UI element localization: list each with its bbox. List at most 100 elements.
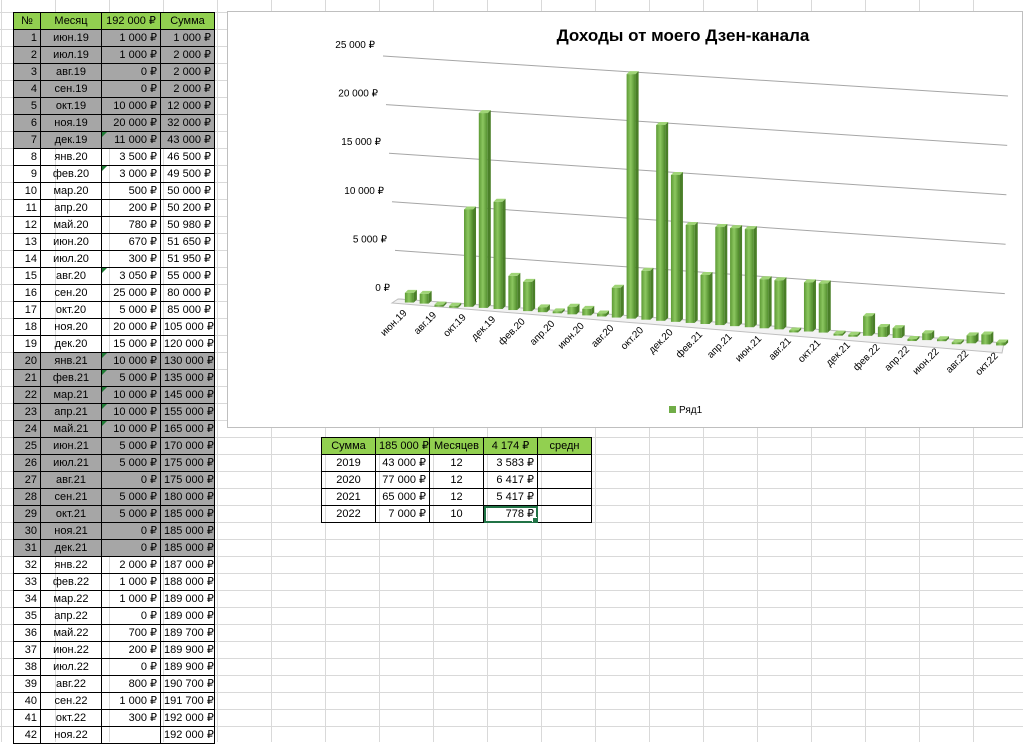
amount-cell[interactable]: 5 000 ₽	[101, 505, 161, 523]
month-cell[interactable]: мар.21	[40, 386, 102, 404]
cumulative-sum-cell[interactable]: 175 000 ₽	[160, 471, 215, 489]
cumulative-sum-cell[interactable]: 130 000 ₽	[160, 352, 215, 370]
year-cell[interactable]: 2022	[321, 505, 376, 523]
row-number-cell[interactable]: 24	[13, 420, 41, 438]
amount-cell[interactable]: 3 500 ₽	[101, 148, 161, 166]
month-cell[interactable]: авг.21	[40, 471, 102, 489]
month-cell[interactable]: мар.20	[40, 182, 102, 200]
month-cell[interactable]: июл.22	[40, 658, 102, 676]
month-cell[interactable]: май.22	[40, 624, 102, 642]
amount-cell[interactable]: 1 000 ₽	[101, 590, 161, 608]
year-total-cell[interactable]: 7 000 ₽	[375, 505, 430, 523]
row-number-cell[interactable]: 40	[13, 692, 41, 710]
cumulative-sum-cell[interactable]: 190 700 ₽	[160, 675, 215, 693]
row-number-cell[interactable]: 5	[13, 97, 41, 115]
amount-cell[interactable]: 5 000 ₽	[101, 454, 161, 472]
month-cell[interactable]: июл.21	[40, 454, 102, 472]
month-cell[interactable]: янв.22	[40, 556, 102, 574]
header-cumulative-sum[interactable]: Сумма	[160, 12, 215, 30]
month-cell[interactable]: окт.21	[40, 505, 102, 523]
month-cell[interactable]: сен.21	[40, 488, 102, 506]
row-number-cell[interactable]: 27	[13, 471, 41, 489]
month-cell[interactable]: июл.19	[40, 46, 102, 64]
month-cell[interactable]: фев.21	[40, 369, 102, 387]
month-cell[interactable]: сен.20	[40, 284, 102, 302]
cumulative-sum-cell[interactable]: 51 950 ₽	[160, 250, 215, 268]
cumulative-sum-cell[interactable]: 80 000 ₽	[160, 284, 215, 302]
amount-cell[interactable]: 2 000 ₽	[101, 556, 161, 574]
amount-cell[interactable]: 10 000 ₽	[101, 352, 161, 370]
row-number-cell[interactable]: 36	[13, 624, 41, 642]
row-number-cell[interactable]: 41	[13, 709, 41, 727]
year-total-cell[interactable]: 65 000 ₽	[375, 488, 430, 506]
amount-cell[interactable]: 1 000 ₽	[101, 573, 161, 591]
row-number-cell[interactable]: 29	[13, 505, 41, 523]
summary-header-avg-label[interactable]: средн	[537, 437, 592, 455]
row-number-cell[interactable]: 20	[13, 352, 41, 370]
cumulative-sum-cell[interactable]: 189 000 ₽	[160, 590, 215, 608]
monthly-average-cell[interactable]: 5 417 ₽	[483, 488, 538, 506]
row-number-cell[interactable]: 14	[13, 250, 41, 268]
months-count-cell[interactable]: 10	[429, 505, 484, 523]
month-cell[interactable]: апр.22	[40, 607, 102, 625]
row-number-cell[interactable]: 16	[13, 284, 41, 302]
year-cell[interactable]: 2021	[321, 488, 376, 506]
cumulative-sum-cell[interactable]: 180 000 ₽	[160, 488, 215, 506]
empty-cell[interactable]	[537, 505, 592, 523]
year-cell[interactable]: 2019	[321, 454, 376, 472]
cumulative-sum-cell[interactable]: 50 200 ₽	[160, 199, 215, 217]
row-number-cell[interactable]: 25	[13, 437, 41, 455]
month-cell[interactable]: июн.22	[40, 641, 102, 659]
amount-cell[interactable]: 5 000 ₽	[101, 437, 161, 455]
row-number-cell[interactable]: 31	[13, 539, 41, 557]
month-cell[interactable]: ноя.21	[40, 522, 102, 540]
cumulative-sum-cell[interactable]: 185 000 ₽	[160, 522, 215, 540]
month-cell[interactable]: июн.20	[40, 233, 102, 251]
month-cell[interactable]: авг.19	[40, 63, 102, 81]
row-number-cell[interactable]: 15	[13, 267, 41, 285]
cumulative-sum-cell[interactable]: 32 000 ₽	[160, 114, 215, 132]
row-number-cell[interactable]: 28	[13, 488, 41, 506]
row-number-cell[interactable]: 21	[13, 369, 41, 387]
month-cell[interactable]: окт.22	[40, 709, 102, 727]
summary-header-months[interactable]: Месяцев	[429, 437, 484, 455]
months-count-cell[interactable]: 12	[429, 471, 484, 489]
amount-cell[interactable]	[101, 726, 161, 744]
cumulative-sum-cell[interactable]: 189 900 ₽	[160, 641, 215, 659]
cumulative-sum-cell[interactable]: 105 000 ₽	[160, 318, 215, 336]
amount-cell[interactable]: 700 ₽	[101, 624, 161, 642]
amount-cell[interactable]: 5 000 ₽	[101, 301, 161, 319]
row-number-cell[interactable]: 12	[13, 216, 41, 234]
row-number-cell[interactable]: 34	[13, 590, 41, 608]
amount-cell[interactable]: 0 ₽	[101, 658, 161, 676]
amount-cell[interactable]: 300 ₽	[101, 709, 161, 727]
amount-cell[interactable]: 300 ₽	[101, 250, 161, 268]
amount-cell[interactable]: 20 000 ₽	[101, 114, 161, 132]
row-number-cell[interactable]: 26	[13, 454, 41, 472]
summary-header-sum[interactable]: Сумма	[321, 437, 376, 455]
month-cell[interactable]: апр.20	[40, 199, 102, 217]
months-count-cell[interactable]: 12	[429, 488, 484, 506]
amount-cell[interactable]: 0 ₽	[101, 607, 161, 625]
amount-cell[interactable]: 0 ₽	[101, 63, 161, 81]
summary-header-average[interactable]: 4 174 ₽	[483, 437, 538, 455]
month-cell[interactable]: мар.22	[40, 590, 102, 608]
cumulative-sum-cell[interactable]: 135 000 ₽	[160, 369, 215, 387]
monthly-average-cell[interactable]: 778 ₽	[483, 505, 538, 523]
amount-cell[interactable]: 5 000 ₽	[101, 369, 161, 387]
row-number-cell[interactable]: 42	[13, 726, 41, 744]
cumulative-sum-cell[interactable]: 189 900 ₽	[160, 658, 215, 676]
cumulative-sum-cell[interactable]: 145 000 ₽	[160, 386, 215, 404]
month-cell[interactable]: авг.20	[40, 267, 102, 285]
amount-cell[interactable]: 10 000 ₽	[101, 403, 161, 421]
amount-cell[interactable]: 200 ₽	[101, 199, 161, 217]
row-number-cell[interactable]: 13	[13, 233, 41, 251]
amount-cell[interactable]: 1 000 ₽	[101, 46, 161, 64]
amount-cell[interactable]: 200 ₽	[101, 641, 161, 659]
amount-cell[interactable]: 670 ₽	[101, 233, 161, 251]
row-number-cell[interactable]: 7	[13, 131, 41, 149]
cumulative-sum-cell[interactable]: 165 000 ₽	[160, 420, 215, 438]
month-cell[interactable]: фев.22	[40, 573, 102, 591]
income-chart[interactable]: Доходы от моего Дзен-канала 0 ₽ 5 000 ₽ 10 …	[227, 11, 1023, 428]
cumulative-sum-cell[interactable]: 1 000 ₽	[160, 29, 215, 47]
